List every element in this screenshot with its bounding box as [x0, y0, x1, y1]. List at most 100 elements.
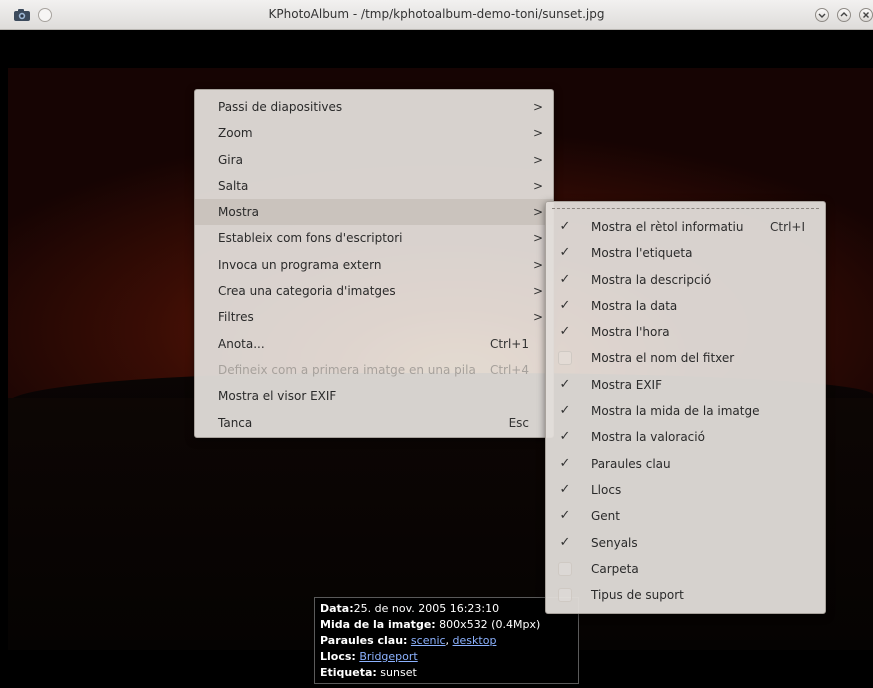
submenu-arrow-icon: > — [532, 231, 543, 246]
submenu-item-label: Mostra l'hora — [591, 325, 670, 340]
submenu-item-label: Mostra la descripció — [591, 272, 712, 287]
checkmark-icon[interactable]: ✓ — [558, 298, 572, 313]
submenu-item-label: Tipus de suport — [591, 588, 684, 603]
menu-item-close[interactable]: Tanca Esc — [195, 410, 553, 436]
menu-item-zoom[interactable]: Zoom > — [195, 120, 553, 146]
menu-shortcut: Ctrl+1 — [489, 336, 529, 351]
menu-item-jump[interactable]: Salta > — [195, 173, 553, 199]
submenu-item-label: Gent — [591, 509, 620, 524]
info-size-row: Mida de la imatge: 800x532 (0.4Mpx) — [320, 617, 573, 633]
submenu-item-folder[interactable]: Carpeta — [546, 556, 825, 582]
submenu-item-people[interactable]: ✓ Gent — [546, 503, 825, 529]
keyword-link-desktop[interactable]: desktop — [453, 634, 497, 647]
menu-item-label: Crea una categoria d'imatges — [218, 284, 396, 299]
context-menu: Passi de diapositives > Zoom > Gira > Salta… — [194, 89, 554, 438]
menu-item-create-category[interactable]: Crea una categoria d'imatges > — [195, 278, 553, 304]
menu-item-label: Tanca — [218, 415, 253, 430]
checkmark-icon[interactable]: ✓ — [558, 509, 572, 523]
submenu-item-label: Mostra la mida de la imatge — [591, 404, 760, 419]
submenu-arrow-icon: > — [532, 100, 543, 114]
submenu-item-media-type[interactable]: Tipus de suport — [546, 582, 825, 608]
submenu-item-tokens[interactable]: ✓ Senyals — [546, 530, 825, 556]
minimize-icon[interactable] — [815, 8, 829, 22]
maximize-icon[interactable] — [837, 8, 851, 22]
info-date-label: Data: — [320, 602, 354, 615]
info-size-label: Mida de la imatge: — [320, 618, 436, 631]
checkmark-icon[interactable]: ✓ — [558, 535, 572, 550]
tear-off-handle[interactable] — [552, 208, 819, 209]
submenu-item-show-date[interactable]: ✓ Mostra la data — [546, 293, 825, 319]
menu-item-rotate[interactable]: Gira > — [195, 147, 553, 173]
checkmark-icon[interactable]: ✓ — [558, 220, 572, 234]
menu-item-label: Salta — [218, 178, 249, 193]
info-date-row: Data:25. de nov. 2005 16:23:10 — [320, 601, 573, 617]
menu-shortcut: Ctrl+I — [770, 220, 805, 234]
unchecked-box-icon[interactable] — [558, 561, 572, 576]
submenu-item-label: Mostra la data — [591, 298, 678, 313]
menu-item-slideshow[interactable]: Passi de diapositives > — [195, 94, 553, 120]
show-submenu-items: ✓ Mostra el rètol informatiu Ctrl+I ✓ Mostra… — [546, 214, 825, 608]
submenu-item-keywords[interactable]: ✓ Paraules clau — [546, 451, 825, 477]
info-box: Data:25. de nov. 2005 16:23:10 Mida de l… — [314, 597, 579, 684]
submenu-item-label: Llocs — [591, 482, 622, 497]
checkmark-icon[interactable]: ✓ — [558, 430, 572, 444]
submenu-arrow-icon: > — [532, 205, 543, 220]
menu-item-label: Mostra el visor EXIF — [218, 389, 337, 404]
submenu-item-show-label[interactable]: ✓ Mostra l'etiqueta — [546, 240, 825, 266]
menu-item-exif-viewer[interactable]: Mostra el visor EXIF — [195, 383, 553, 409]
submenu-item-show-image-size[interactable]: ✓ Mostra la mida de la imatge — [546, 398, 825, 424]
info-places-row: Llocs: Bridgeport — [320, 649, 573, 665]
unchecked-box-icon[interactable] — [558, 351, 572, 366]
checkmark-icon[interactable]: ✓ — [558, 272, 572, 287]
info-size-value: 800x532 (0.4Mpx) — [435, 618, 541, 631]
info-tag-label: Etiqueta: — [320, 666, 377, 679]
place-link-bridgeport[interactable]: Bridgeport — [359, 650, 417, 663]
submenu-item-label: Paraules clau — [591, 456, 671, 471]
submenu-arrow-icon: > — [532, 126, 543, 141]
menu-item-label: Mostra — [218, 205, 259, 220]
submenu-item-show-description[interactable]: ✓ Mostra la descripció — [546, 267, 825, 293]
checkmark-icon[interactable]: ✓ — [558, 482, 572, 497]
submenu-arrow-icon: > — [532, 257, 543, 272]
keyword-link-scenic[interactable]: scenic — [411, 634, 446, 647]
close-icon[interactable] — [859, 8, 873, 22]
info-keywords-row: Paraules clau: scenic, desktop — [320, 633, 573, 649]
submenu-item-show-exif[interactable]: ✓ Mostra EXIF — [546, 372, 825, 398]
keyword-separator: , — [445, 634, 453, 647]
checkmark-icon[interactable]: ✓ — [558, 456, 572, 471]
window-titlebar: KPhotoAlbum - /tmp/kphotoalbum-demo-toni… — [0, 0, 873, 30]
checkmark-icon[interactable]: ✓ — [558, 246, 572, 260]
submenu-item-show-info-box[interactable]: ✓ Mostra el rètol informatiu Ctrl+I — [546, 214, 825, 240]
submenu-item-label: Mostra el nom del fitxer — [591, 351, 735, 366]
submenu-item-label: Senyals — [591, 535, 638, 550]
menu-item-external-program[interactable]: Invoca un programa extern > — [195, 252, 553, 278]
show-submenu: ✓ Mostra el rètol informatiu Ctrl+I ✓ Mostra… — [545, 201, 826, 614]
submenu-item-show-rating[interactable]: ✓ Mostra la valoració — [546, 424, 825, 450]
submenu-item-places[interactable]: ✓ Llocs — [546, 477, 825, 503]
window-title: KPhotoAlbum - /tmp/kphotoalbum-demo-toni… — [268, 7, 605, 21]
checkmark-icon[interactable]: ✓ — [558, 377, 572, 392]
menu-item-label: Invoca un programa extern — [218, 257, 382, 272]
submenu-item-show-filename[interactable]: Mostra el nom del fitxer — [546, 345, 825, 371]
submenu-item-label: Carpeta — [591, 561, 639, 576]
checkmark-icon[interactable]: ✓ — [558, 325, 572, 339]
submenu-arrow-icon: > — [532, 310, 543, 325]
menu-item-label: Anota... — [218, 336, 265, 351]
submenu-item-show-time[interactable]: ✓ Mostra l'hora — [546, 319, 825, 345]
menu-item-set-wallpaper[interactable]: Estableix com fons d'escriptori > — [195, 225, 553, 251]
info-tag-value: sunset — [376, 666, 417, 679]
info-tag-row: Etiqueta: sunset — [320, 665, 573, 681]
checkmark-icon[interactable]: ✓ — [558, 404, 572, 418]
submenu-arrow-icon: > — [532, 284, 543, 299]
menu-shortcut: Esc — [508, 415, 529, 430]
submenu-item-label: Mostra la valoració — [591, 430, 705, 445]
menu-item-label: Defineix com a primera imatge en una pil… — [218, 362, 476, 377]
menu-item-filters[interactable]: Filtres > — [195, 304, 553, 330]
menu-item-annotate[interactable]: Anota... Ctrl+1 — [195, 331, 553, 357]
submenu-item-label: Mostra el rètol informatiu — [591, 220, 744, 234]
menu-item-set-stack-first: Defineix com a primera imatge en una pil… — [195, 357, 553, 383]
unchecked-box-icon[interactable] — [558, 588, 572, 603]
menu-item-label: Filtres — [218, 310, 254, 325]
menu-item-show[interactable]: Mostra > — [195, 199, 553, 226]
submenu-item-label: Mostra EXIF — [591, 377, 662, 392]
